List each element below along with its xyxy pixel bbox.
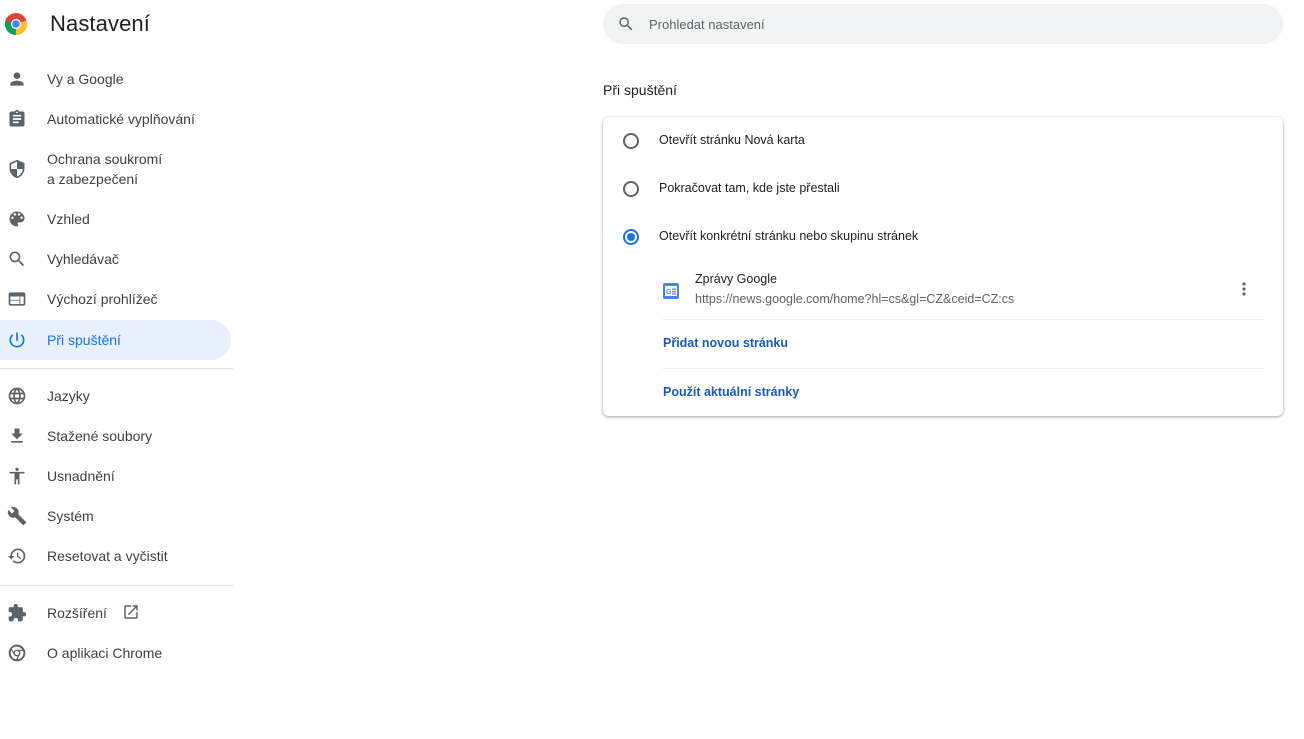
radio-button-checked[interactable]: [623, 229, 639, 245]
option-label: Otevřít stránku Nová karta: [659, 133, 805, 147]
search-icon: [619, 17, 633, 31]
sidebar-item-label: Resetovat a vyčistit: [47, 548, 168, 564]
sidebar-item-label: O aplikaci Chrome: [47, 645, 163, 661]
sidebar-item-on-startup[interactable]: Při spuštění: [0, 320, 231, 360]
sidebar-item-label-line2: a zabezpečení: [47, 171, 139, 187]
puzzle-icon: [7, 603, 27, 623]
person-icon: [7, 69, 27, 89]
use-current-pages-link[interactable]: Použít aktuální stránky: [663, 385, 799, 399]
sidebar-item-label: Výchozí prohlížeč: [47, 291, 158, 307]
sidebar-item-search-engine[interactable]: Vyhledávač: [0, 239, 231, 279]
shield-icon: [7, 159, 27, 179]
search-icon: [7, 249, 27, 269]
browser-icon: [7, 289, 27, 309]
option-new-tab[interactable]: Otevřít stránku Nová karta: [603, 117, 1283, 165]
card-divider: [663, 319, 1264, 320]
startup-page-entry: G Zprávy Google https://news.google.com/…: [643, 265, 1264, 317]
sidebar-item-reset[interactable]: Resetovat a vyčistit: [0, 536, 231, 576]
option-label: Pokračovat tam, kde jste přestali: [659, 181, 840, 195]
svg-text:G: G: [666, 289, 672, 296]
sidebar-item-downloads[interactable]: Stažené soubory: [0, 416, 231, 456]
sidebar-divider: [0, 585, 233, 586]
sidebar-item-about-chrome[interactable]: O aplikaci Chrome: [0, 633, 231, 673]
open-in-new-icon: [122, 603, 140, 621]
sidebar-item-label: Usnadnění: [47, 468, 115, 484]
option-continue[interactable]: Pokračovat tam, kde jste přestali: [603, 165, 1283, 213]
clipboard-icon: [7, 109, 27, 129]
globe-icon: [7, 386, 27, 406]
sidebar-item-label: Vy a Google: [47, 71, 124, 87]
page-name: Zprávy Google: [695, 272, 777, 286]
power-icon: [7, 330, 27, 350]
sidebar-item-default-browser[interactable]: Výchozí prohlížeč: [0, 279, 231, 319]
palette-icon: [7, 209, 27, 229]
option-label: Otevřít konkrétní stránku nebo skupinu s…: [659, 229, 919, 243]
card-divider: [663, 368, 1264, 369]
section-title: Při spuštění: [603, 82, 677, 98]
more-vert-icon[interactable]: [1234, 279, 1254, 299]
sidebar-item-accessibility[interactable]: Usnadnění: [0, 456, 231, 496]
sidebar-item-you-and-google[interactable]: Vy a Google: [0, 59, 231, 99]
chrome-logo-icon: [4, 13, 28, 36]
sidebar-item-label: Vyhledávač: [47, 251, 119, 267]
sidebar-item-label: Vzhled: [47, 211, 90, 227]
history-icon: [7, 546, 27, 566]
radio-button[interactable]: [623, 133, 639, 149]
startup-card: Otevřít stránku Nová karta Pokračovat ta…: [603, 117, 1283, 416]
sidebar-item-appearance[interactable]: Vzhled: [0, 199, 231, 239]
sidebar-item-label: Jazyky: [47, 388, 90, 404]
sidebar-item-system[interactable]: Systém: [0, 496, 231, 536]
page-title: Nastavení: [50, 11, 150, 36]
sidebar-item-label: Automatické vyplňování: [47, 111, 195, 127]
download-icon: [7, 426, 27, 446]
sidebar-item-label: Stažené soubory: [47, 428, 153, 444]
sidebar-item-label: Systém: [47, 508, 94, 524]
add-page-link[interactable]: Přidat novou stránku: [663, 336, 788, 350]
sidebar-item-label: Ochrana soukromí: [47, 151, 163, 167]
sidebar-item-privacy[interactable]: Ochrana soukromí a zabezpečení: [0, 141, 231, 197]
wrench-icon: [7, 506, 27, 526]
sidebar-item-autofill[interactable]: Automatické vyplňování: [0, 99, 231, 139]
accessibility-icon: [7, 466, 27, 486]
sidebar-divider: [0, 368, 233, 369]
sidebar-item-label: Rozšíření: [47, 605, 107, 621]
sidebar-item-extensions[interactable]: Rozšíření: [0, 593, 231, 633]
chrome-icon: [7, 643, 27, 663]
google-news-icon: G: [663, 283, 679, 299]
search-box[interactable]: [603, 4, 1283, 44]
page-url: https://news.google.com/home?hl=cs&gl=CZ…: [695, 292, 1015, 306]
sidebar-item-languages[interactable]: Jazyky: [0, 376, 231, 416]
radio-button[interactable]: [623, 181, 639, 197]
sidebar-item-label: Při spuštění: [47, 332, 121, 348]
option-specific-pages[interactable]: Otevřít konkrétní stránku nebo skupinu s…: [603, 213, 1283, 261]
search-input[interactable]: [649, 4, 1249, 44]
